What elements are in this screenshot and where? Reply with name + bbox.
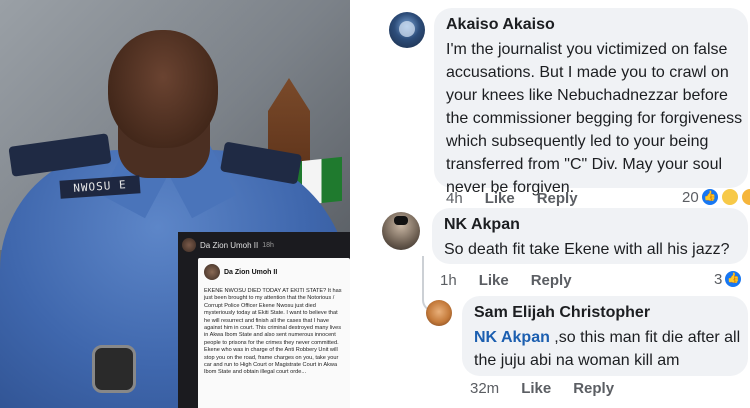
wristwatch bbox=[92, 345, 136, 393]
reaction-count: 3 bbox=[714, 270, 723, 288]
mention-link[interactable]: NK Akpan bbox=[474, 329, 550, 346]
comment-author[interactable]: NK Akpan bbox=[444, 216, 520, 234]
reaction-count: 20 bbox=[682, 188, 699, 206]
comment-actions: 32m Like Reply bbox=[470, 380, 614, 397]
reaction-summary[interactable]: 20 👍 bbox=[682, 188, 750, 206]
like-button[interactable]: Like bbox=[479, 272, 509, 289]
comment-text: I'm the journalist you victimized on fal… bbox=[446, 41, 743, 196]
reply-button[interactable]: Reply bbox=[537, 190, 578, 207]
comment-author[interactable]: Akaiso Akaiso bbox=[446, 16, 555, 34]
comment-bubble: Akaiso Akaiso I'm the journalist you vic… bbox=[434, 8, 748, 196]
comment-actions: 4h Like Reply bbox=[446, 190, 578, 207]
inset-post-card: Da Zion Umoh II EKENE NWOSU DIED TODAY A… bbox=[198, 258, 350, 408]
comment-text: So death fit take Ekene with all his jaz… bbox=[444, 241, 730, 258]
comment-actions: 1h Like Reply bbox=[440, 272, 572, 289]
inset-post-screenshot: Da Zion Umoh II 18h Da Zion Umoh II EKEN… bbox=[178, 232, 350, 408]
avatar[interactable] bbox=[382, 212, 420, 250]
inset-card-header: Da Zion Umoh II bbox=[204, 264, 277, 280]
inset-post-time: 18h bbox=[262, 241, 274, 249]
inset-post-text: EKENE NWOSU DIED TODAY AT EKITI STATE? I… bbox=[204, 288, 342, 376]
comment-time[interactable]: 4h bbox=[446, 190, 463, 207]
like-reaction-icon: 👍 bbox=[700, 188, 719, 206]
comment-author[interactable]: Sam Elijah Christopher bbox=[474, 304, 650, 322]
inset-card-name: Da Zion Umoh II bbox=[224, 268, 278, 276]
avatar[interactable] bbox=[426, 300, 452, 326]
like-reaction-icon: 👍 bbox=[724, 270, 743, 288]
comment-time[interactable]: 1h bbox=[440, 272, 457, 289]
inset-post-header: Da Zion Umoh II 18h bbox=[182, 238, 274, 252]
like-button[interactable]: Like bbox=[485, 190, 515, 207]
reaction-summary[interactable]: 3 👍 bbox=[714, 270, 743, 288]
comments-panel: Akaiso Akaiso I'm the journalist you vic… bbox=[350, 0, 750, 408]
reply-button[interactable]: Reply bbox=[573, 380, 614, 397]
inset-card-avatar bbox=[204, 264, 220, 280]
comment-bubble: Sam Elijah Christopher NK Akpan ,so this… bbox=[462, 296, 748, 376]
officer-head bbox=[108, 30, 218, 148]
haha-reaction-icon bbox=[720, 188, 739, 206]
inset-avatar bbox=[182, 238, 196, 252]
avatar[interactable] bbox=[389, 12, 425, 48]
comment-bubble: NK Akpan So death fit take Ekene with al… bbox=[432, 208, 748, 264]
reply-button[interactable]: Reply bbox=[531, 272, 572, 289]
inset-poster-name: Da Zion Umoh II bbox=[200, 240, 259, 250]
wow-reaction-icon bbox=[740, 188, 750, 206]
comment-time[interactable]: 32m bbox=[470, 380, 499, 397]
officer-photo: NWOSU E Da Zion Umoh II 18h Da Zion Umoh… bbox=[0, 0, 350, 408]
comment-text: NK Akpan ,so this man fit die after all … bbox=[474, 326, 746, 372]
like-button[interactable]: Like bbox=[521, 380, 551, 397]
